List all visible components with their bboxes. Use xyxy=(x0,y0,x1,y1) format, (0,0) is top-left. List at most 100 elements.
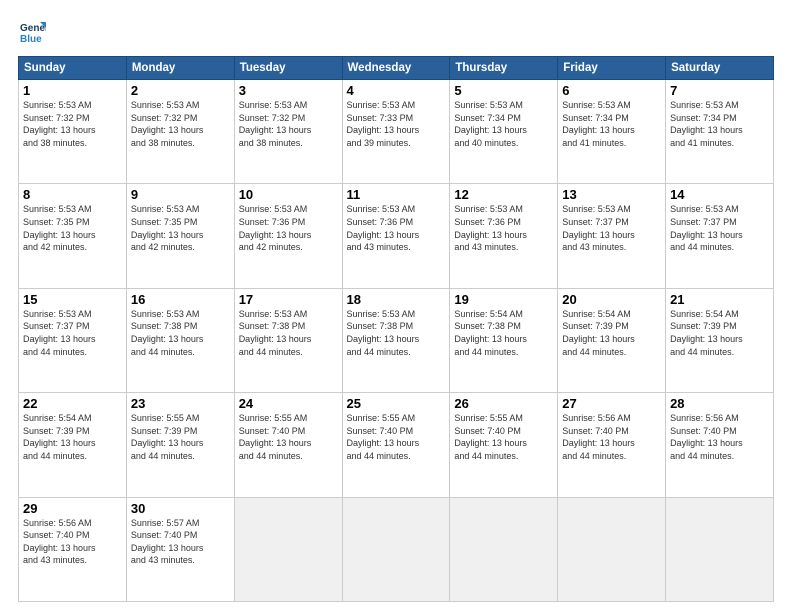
day-number: 25 xyxy=(347,396,446,411)
calendar-cell: 27Sunrise: 5:56 AM Sunset: 7:40 PM Dayli… xyxy=(558,393,666,497)
calendar-week-3: 15Sunrise: 5:53 AM Sunset: 7:37 PM Dayli… xyxy=(19,288,774,392)
day-info: Sunrise: 5:56 AM Sunset: 7:40 PM Dayligh… xyxy=(562,412,661,462)
calendar-week-5: 29Sunrise: 5:56 AM Sunset: 7:40 PM Dayli… xyxy=(19,497,774,601)
day-info: Sunrise: 5:53 AM Sunset: 7:36 PM Dayligh… xyxy=(239,203,338,253)
calendar-cell: 9Sunrise: 5:53 AM Sunset: 7:35 PM Daylig… xyxy=(126,184,234,288)
calendar-cell: 1Sunrise: 5:53 AM Sunset: 7:32 PM Daylig… xyxy=(19,80,127,184)
day-number: 10 xyxy=(239,187,338,202)
day-info: Sunrise: 5:53 AM Sunset: 7:37 PM Dayligh… xyxy=(562,203,661,253)
calendar-cell: 13Sunrise: 5:53 AM Sunset: 7:37 PM Dayli… xyxy=(558,184,666,288)
day-info: Sunrise: 5:53 AM Sunset: 7:37 PM Dayligh… xyxy=(23,308,122,358)
calendar-cell: 21Sunrise: 5:54 AM Sunset: 7:39 PM Dayli… xyxy=(666,288,774,392)
calendar-cell: 6Sunrise: 5:53 AM Sunset: 7:34 PM Daylig… xyxy=(558,80,666,184)
weekday-header-thursday: Thursday xyxy=(450,57,558,80)
day-info: Sunrise: 5:53 AM Sunset: 7:33 PM Dayligh… xyxy=(347,99,446,149)
calendar-body: 1Sunrise: 5:53 AM Sunset: 7:32 PM Daylig… xyxy=(19,80,774,602)
calendar-cell: 7Sunrise: 5:53 AM Sunset: 7:34 PM Daylig… xyxy=(666,80,774,184)
day-info: Sunrise: 5:54 AM Sunset: 7:39 PM Dayligh… xyxy=(23,412,122,462)
day-info: Sunrise: 5:53 AM Sunset: 7:32 PM Dayligh… xyxy=(239,99,338,149)
day-info: Sunrise: 5:53 AM Sunset: 7:32 PM Dayligh… xyxy=(131,99,230,149)
day-number: 2 xyxy=(131,83,230,98)
day-number: 7 xyxy=(670,83,769,98)
calendar-cell: 24Sunrise: 5:55 AM Sunset: 7:40 PM Dayli… xyxy=(234,393,342,497)
calendar-cell: 29Sunrise: 5:56 AM Sunset: 7:40 PM Dayli… xyxy=(19,497,127,601)
calendar-cell: 10Sunrise: 5:53 AM Sunset: 7:36 PM Dayli… xyxy=(234,184,342,288)
calendar-cell xyxy=(666,497,774,601)
calendar-cell: 4Sunrise: 5:53 AM Sunset: 7:33 PM Daylig… xyxy=(342,80,450,184)
day-info: Sunrise: 5:53 AM Sunset: 7:32 PM Dayligh… xyxy=(23,99,122,149)
calendar-cell: 15Sunrise: 5:53 AM Sunset: 7:37 PM Dayli… xyxy=(19,288,127,392)
day-info: Sunrise: 5:53 AM Sunset: 7:35 PM Dayligh… xyxy=(131,203,230,253)
weekday-header-wednesday: Wednesday xyxy=(342,57,450,80)
day-number: 11 xyxy=(347,187,446,202)
day-number: 1 xyxy=(23,83,122,98)
calendar-cell xyxy=(450,497,558,601)
weekday-header-row: SundayMondayTuesdayWednesdayThursdayFrid… xyxy=(19,57,774,80)
day-number: 19 xyxy=(454,292,553,307)
day-number: 30 xyxy=(131,501,230,516)
day-number: 28 xyxy=(670,396,769,411)
calendar-cell: 25Sunrise: 5:55 AM Sunset: 7:40 PM Dayli… xyxy=(342,393,450,497)
day-number: 3 xyxy=(239,83,338,98)
page: General Blue SundayMondayTuesdayWednesda… xyxy=(0,0,792,612)
day-info: Sunrise: 5:56 AM Sunset: 7:40 PM Dayligh… xyxy=(670,412,769,462)
day-info: Sunrise: 5:53 AM Sunset: 7:35 PM Dayligh… xyxy=(23,203,122,253)
calendar-week-1: 1Sunrise: 5:53 AM Sunset: 7:32 PM Daylig… xyxy=(19,80,774,184)
day-number: 6 xyxy=(562,83,661,98)
calendar-cell xyxy=(558,497,666,601)
calendar-cell xyxy=(234,497,342,601)
day-number: 29 xyxy=(23,501,122,516)
day-info: Sunrise: 5:54 AM Sunset: 7:38 PM Dayligh… xyxy=(454,308,553,358)
header: General Blue xyxy=(18,18,774,46)
day-number: 17 xyxy=(239,292,338,307)
day-number: 26 xyxy=(454,396,553,411)
day-number: 5 xyxy=(454,83,553,98)
day-info: Sunrise: 5:55 AM Sunset: 7:39 PM Dayligh… xyxy=(131,412,230,462)
calendar-cell: 17Sunrise: 5:53 AM Sunset: 7:38 PM Dayli… xyxy=(234,288,342,392)
day-info: Sunrise: 5:55 AM Sunset: 7:40 PM Dayligh… xyxy=(454,412,553,462)
calendar-cell: 14Sunrise: 5:53 AM Sunset: 7:37 PM Dayli… xyxy=(666,184,774,288)
day-number: 24 xyxy=(239,396,338,411)
day-info: Sunrise: 5:53 AM Sunset: 7:34 PM Dayligh… xyxy=(454,99,553,149)
day-info: Sunrise: 5:55 AM Sunset: 7:40 PM Dayligh… xyxy=(239,412,338,462)
logo: General Blue xyxy=(18,18,50,46)
calendar-table: SundayMondayTuesdayWednesdayThursdayFrid… xyxy=(18,56,774,602)
day-number: 12 xyxy=(454,187,553,202)
calendar-cell: 19Sunrise: 5:54 AM Sunset: 7:38 PM Dayli… xyxy=(450,288,558,392)
day-info: Sunrise: 5:53 AM Sunset: 7:36 PM Dayligh… xyxy=(454,203,553,253)
calendar-cell: 8Sunrise: 5:53 AM Sunset: 7:35 PM Daylig… xyxy=(19,184,127,288)
day-number: 8 xyxy=(23,187,122,202)
calendar-cell: 18Sunrise: 5:53 AM Sunset: 7:38 PM Dayli… xyxy=(342,288,450,392)
calendar-cell: 5Sunrise: 5:53 AM Sunset: 7:34 PM Daylig… xyxy=(450,80,558,184)
day-number: 15 xyxy=(23,292,122,307)
day-info: Sunrise: 5:53 AM Sunset: 7:38 PM Dayligh… xyxy=(347,308,446,358)
day-info: Sunrise: 5:53 AM Sunset: 7:34 PM Dayligh… xyxy=(670,99,769,149)
calendar-week-2: 8Sunrise: 5:53 AM Sunset: 7:35 PM Daylig… xyxy=(19,184,774,288)
calendar-cell: 20Sunrise: 5:54 AM Sunset: 7:39 PM Dayli… xyxy=(558,288,666,392)
day-info: Sunrise: 5:53 AM Sunset: 7:36 PM Dayligh… xyxy=(347,203,446,253)
day-info: Sunrise: 5:56 AM Sunset: 7:40 PM Dayligh… xyxy=(23,517,122,567)
calendar-cell: 28Sunrise: 5:56 AM Sunset: 7:40 PM Dayli… xyxy=(666,393,774,497)
calendar-cell xyxy=(342,497,450,601)
day-number: 20 xyxy=(562,292,661,307)
calendar-cell: 11Sunrise: 5:53 AM Sunset: 7:36 PM Dayli… xyxy=(342,184,450,288)
weekday-header-saturday: Saturday xyxy=(666,57,774,80)
weekday-header-monday: Monday xyxy=(126,57,234,80)
svg-text:General: General xyxy=(20,23,46,34)
calendar-week-4: 22Sunrise: 5:54 AM Sunset: 7:39 PM Dayli… xyxy=(19,393,774,497)
weekday-header-sunday: Sunday xyxy=(19,57,127,80)
day-number: 21 xyxy=(670,292,769,307)
calendar-cell: 23Sunrise: 5:55 AM Sunset: 7:39 PM Dayli… xyxy=(126,393,234,497)
logo-icon: General Blue xyxy=(18,18,46,46)
svg-text:Blue: Blue xyxy=(20,34,42,45)
calendar-cell: 22Sunrise: 5:54 AM Sunset: 7:39 PM Dayli… xyxy=(19,393,127,497)
day-info: Sunrise: 5:57 AM Sunset: 7:40 PM Dayligh… xyxy=(131,517,230,567)
calendar-cell: 3Sunrise: 5:53 AM Sunset: 7:32 PM Daylig… xyxy=(234,80,342,184)
day-info: Sunrise: 5:53 AM Sunset: 7:37 PM Dayligh… xyxy=(670,203,769,253)
day-info: Sunrise: 5:54 AM Sunset: 7:39 PM Dayligh… xyxy=(670,308,769,358)
day-number: 23 xyxy=(131,396,230,411)
day-number: 14 xyxy=(670,187,769,202)
calendar-cell: 12Sunrise: 5:53 AM Sunset: 7:36 PM Dayli… xyxy=(450,184,558,288)
day-info: Sunrise: 5:53 AM Sunset: 7:34 PM Dayligh… xyxy=(562,99,661,149)
calendar-cell: 16Sunrise: 5:53 AM Sunset: 7:38 PM Dayli… xyxy=(126,288,234,392)
